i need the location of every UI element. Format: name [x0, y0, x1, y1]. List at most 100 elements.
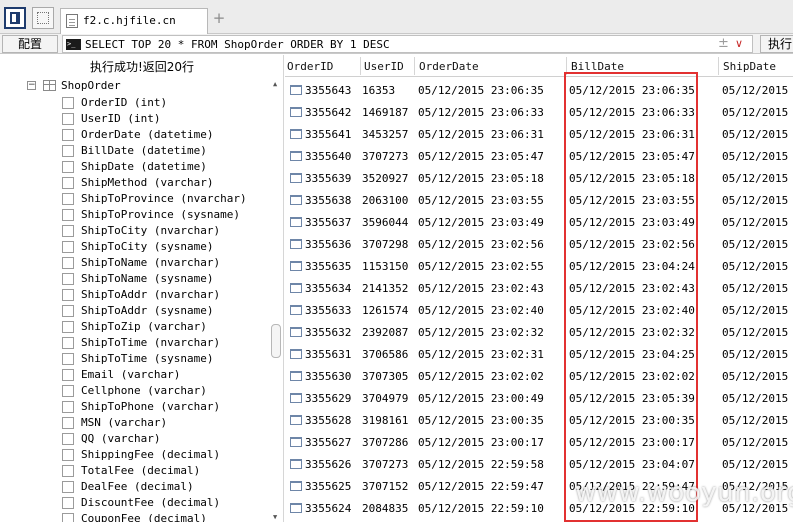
- table-row[interactable]: 3355634 2141352 05/12/2015 23:02:43 05/12/2…: [285, 277, 793, 299]
- tree-column-item[interactable]: ShipToAddr (sysname): [62, 303, 262, 319]
- tree-column-item[interactable]: ShipDate (datetime): [62, 159, 262, 175]
- column-checkbox[interactable]: [62, 401, 74, 413]
- tree-column-item[interactable]: ShippingFee (decimal): [62, 447, 262, 463]
- row-icon[interactable]: [290, 349, 302, 359]
- column-checkbox[interactable]: [62, 209, 74, 221]
- tree-column-item[interactable]: CouponFee (decimal): [62, 511, 262, 522]
- row-icon[interactable]: [290, 283, 302, 293]
- row-icon[interactable]: [290, 107, 302, 117]
- row-icon[interactable]: [290, 85, 302, 95]
- column-checkbox[interactable]: [62, 321, 74, 333]
- chevron-down-icon[interactable]: ∨: [735, 37, 743, 50]
- tree-scrollbar[interactable]: ▲ ▼: [270, 77, 283, 522]
- tree-column-item[interactable]: ShipToProvince (sysname): [62, 207, 262, 223]
- row-icon[interactable]: [290, 459, 302, 469]
- tree-column-item[interactable]: MSN (varchar): [62, 415, 262, 431]
- column-checkbox[interactable]: [62, 113, 74, 125]
- tree-column-item[interactable]: ShipToTime (nvarchar): [62, 335, 262, 351]
- column-checkbox[interactable]: [62, 449, 74, 461]
- row-icon[interactable]: [290, 151, 302, 161]
- table-row[interactable]: 3355628 3198161 05/12/2015 23:00:35 05/12/2…: [285, 409, 793, 431]
- plus-minus-icon[interactable]: ±: [718, 36, 729, 51]
- tree-column-item[interactable]: ShipToAddr (nvarchar): [62, 287, 262, 303]
- column-checkbox[interactable]: [62, 481, 74, 493]
- column-header[interactable]: OrderDate: [419, 60, 479, 73]
- tree-column-item[interactable]: ShipToProvince (nvarchar): [62, 191, 262, 207]
- tree-column-item[interactable]: ShipMethod (varchar): [62, 175, 262, 191]
- column-divider[interactable]: [414, 57, 415, 75]
- table-row[interactable]: 3355631 3706586 05/12/2015 23:02:31 05/12/2…: [285, 343, 793, 365]
- column-divider[interactable]: [718, 57, 719, 75]
- tree-column-item[interactable]: BillDate (datetime): [62, 143, 262, 159]
- config-button[interactable]: 配置: [2, 35, 58, 53]
- column-checkbox[interactable]: [62, 161, 74, 173]
- tree-table-node[interactable]: − ShopOrder: [27, 79, 267, 95]
- tree-column-item[interactable]: ShipToTime (sysname): [62, 351, 262, 367]
- sql-input[interactable]: >_ SELECT TOP 20 * FROM ShopOrder ORDER …: [62, 35, 753, 53]
- tree-column-item[interactable]: Email (varchar): [62, 367, 262, 383]
- tree-column-item[interactable]: ShipToName (sysname): [62, 271, 262, 287]
- column-checkbox[interactable]: [62, 497, 74, 509]
- table-row[interactable]: 3355643 16353 05/12/2015 23:06:35 05/12/201…: [285, 79, 793, 101]
- tree-column-item[interactable]: ShipToCity (nvarchar): [62, 223, 262, 239]
- scroll-thumb[interactable]: [271, 324, 281, 358]
- row-icon[interactable]: [290, 173, 302, 183]
- row-icon[interactable]: [290, 239, 302, 249]
- tree-column-item[interactable]: Cellphone (varchar): [62, 383, 262, 399]
- table-row[interactable]: 3355639 3520927 05/12/2015 23:05:18 05/12/2…: [285, 167, 793, 189]
- row-icon[interactable]: [290, 503, 302, 513]
- table-row[interactable]: 3355632 2392087 05/12/2015 23:02:32 05/12/2…: [285, 321, 793, 343]
- table-row[interactable]: 3355638 2063100 05/12/2015 23:03:55 05/12/2…: [285, 189, 793, 211]
- table-row[interactable]: 3355629 3704979 05/12/2015 23:00:49 05/12/2…: [285, 387, 793, 409]
- row-icon[interactable]: [290, 437, 302, 447]
- new-tab-button[interactable]: +: [211, 9, 227, 27]
- row-icon[interactable]: [290, 217, 302, 227]
- row-icon[interactable]: [290, 129, 302, 139]
- row-icon[interactable]: [290, 261, 302, 271]
- scroll-down-icon[interactable]: ▼: [273, 513, 277, 521]
- column-header[interactable]: ShipDate: [723, 60, 776, 73]
- column-checkbox[interactable]: [62, 289, 74, 301]
- tree-column-item[interactable]: TotalFee (decimal): [62, 463, 262, 479]
- table-row[interactable]: 3355630 3707305 05/12/2015 23:02:02 05/12/2…: [285, 365, 793, 387]
- column-checkbox[interactable]: [62, 353, 74, 365]
- tree-column-item[interactable]: ShipToZip (varchar): [62, 319, 262, 335]
- column-checkbox[interactable]: [62, 273, 74, 285]
- row-icon[interactable]: [290, 481, 302, 491]
- table-row[interactable]: 3355642 1469187 05/12/2015 23:06:33 05/12/2…: [285, 101, 793, 123]
- connection-tab[interactable]: f2.c.hjfile.cn: [60, 8, 208, 34]
- tree-column-item[interactable]: DiscountFee (decimal): [62, 495, 262, 511]
- tree-column-item[interactable]: OrderDate (datetime): [62, 127, 262, 143]
- column-checkbox[interactable]: [62, 337, 74, 349]
- column-checkbox[interactable]: [62, 145, 74, 157]
- column-checkbox[interactable]: [62, 241, 74, 253]
- row-icon[interactable]: [290, 305, 302, 315]
- row-icon[interactable]: [290, 371, 302, 381]
- tree-column-item[interactable]: QQ (varchar): [62, 431, 262, 447]
- table-row[interactable]: 3355627 3707286 05/12/2015 23:00:17 05/12/2…: [285, 431, 793, 453]
- column-checkbox[interactable]: [62, 465, 74, 477]
- column-checkbox[interactable]: [62, 385, 74, 397]
- column-checkbox[interactable]: [62, 433, 74, 445]
- execute-button[interactable]: 执行: [760, 35, 793, 53]
- table-row[interactable]: 3355640 3707273 05/12/2015 23:05:47 05/12/2…: [285, 145, 793, 167]
- column-divider[interactable]: [360, 57, 361, 75]
- table-row[interactable]: 3355633 1261574 05/12/2015 23:02:40 05/12/2…: [285, 299, 793, 321]
- column-checkbox[interactable]: [62, 257, 74, 269]
- tree-column-item[interactable]: OrderID (int): [62, 95, 262, 111]
- column-checkbox[interactable]: [62, 225, 74, 237]
- table-row[interactable]: 3355641 3453257 05/12/2015 23:06:31 05/12/2…: [285, 123, 793, 145]
- table-row[interactable]: 3355635 1153150 05/12/2015 23:02:55 05/12/2…: [285, 255, 793, 277]
- tree-column-item[interactable]: DealFee (decimal): [62, 479, 262, 495]
- column-header[interactable]: UserID: [364, 60, 404, 73]
- table-row[interactable]: 3355636 3707298 05/12/2015 23:02:56 05/12/2…: [285, 233, 793, 255]
- table-row[interactable]: 3355637 3596044 05/12/2015 23:03:49 05/12/2…: [285, 211, 793, 233]
- column-divider[interactable]: [566, 57, 567, 75]
- grid-view-button[interactable]: [32, 7, 54, 29]
- column-checkbox[interactable]: [62, 513, 74, 522]
- column-checkbox[interactable]: [62, 193, 74, 205]
- column-checkbox[interactable]: [62, 417, 74, 429]
- table-row[interactable]: 3355626 3707273 05/12/2015 22:59:58 05/12/2…: [285, 453, 793, 475]
- column-checkbox[interactable]: [62, 129, 74, 141]
- column-checkbox[interactable]: [62, 177, 74, 189]
